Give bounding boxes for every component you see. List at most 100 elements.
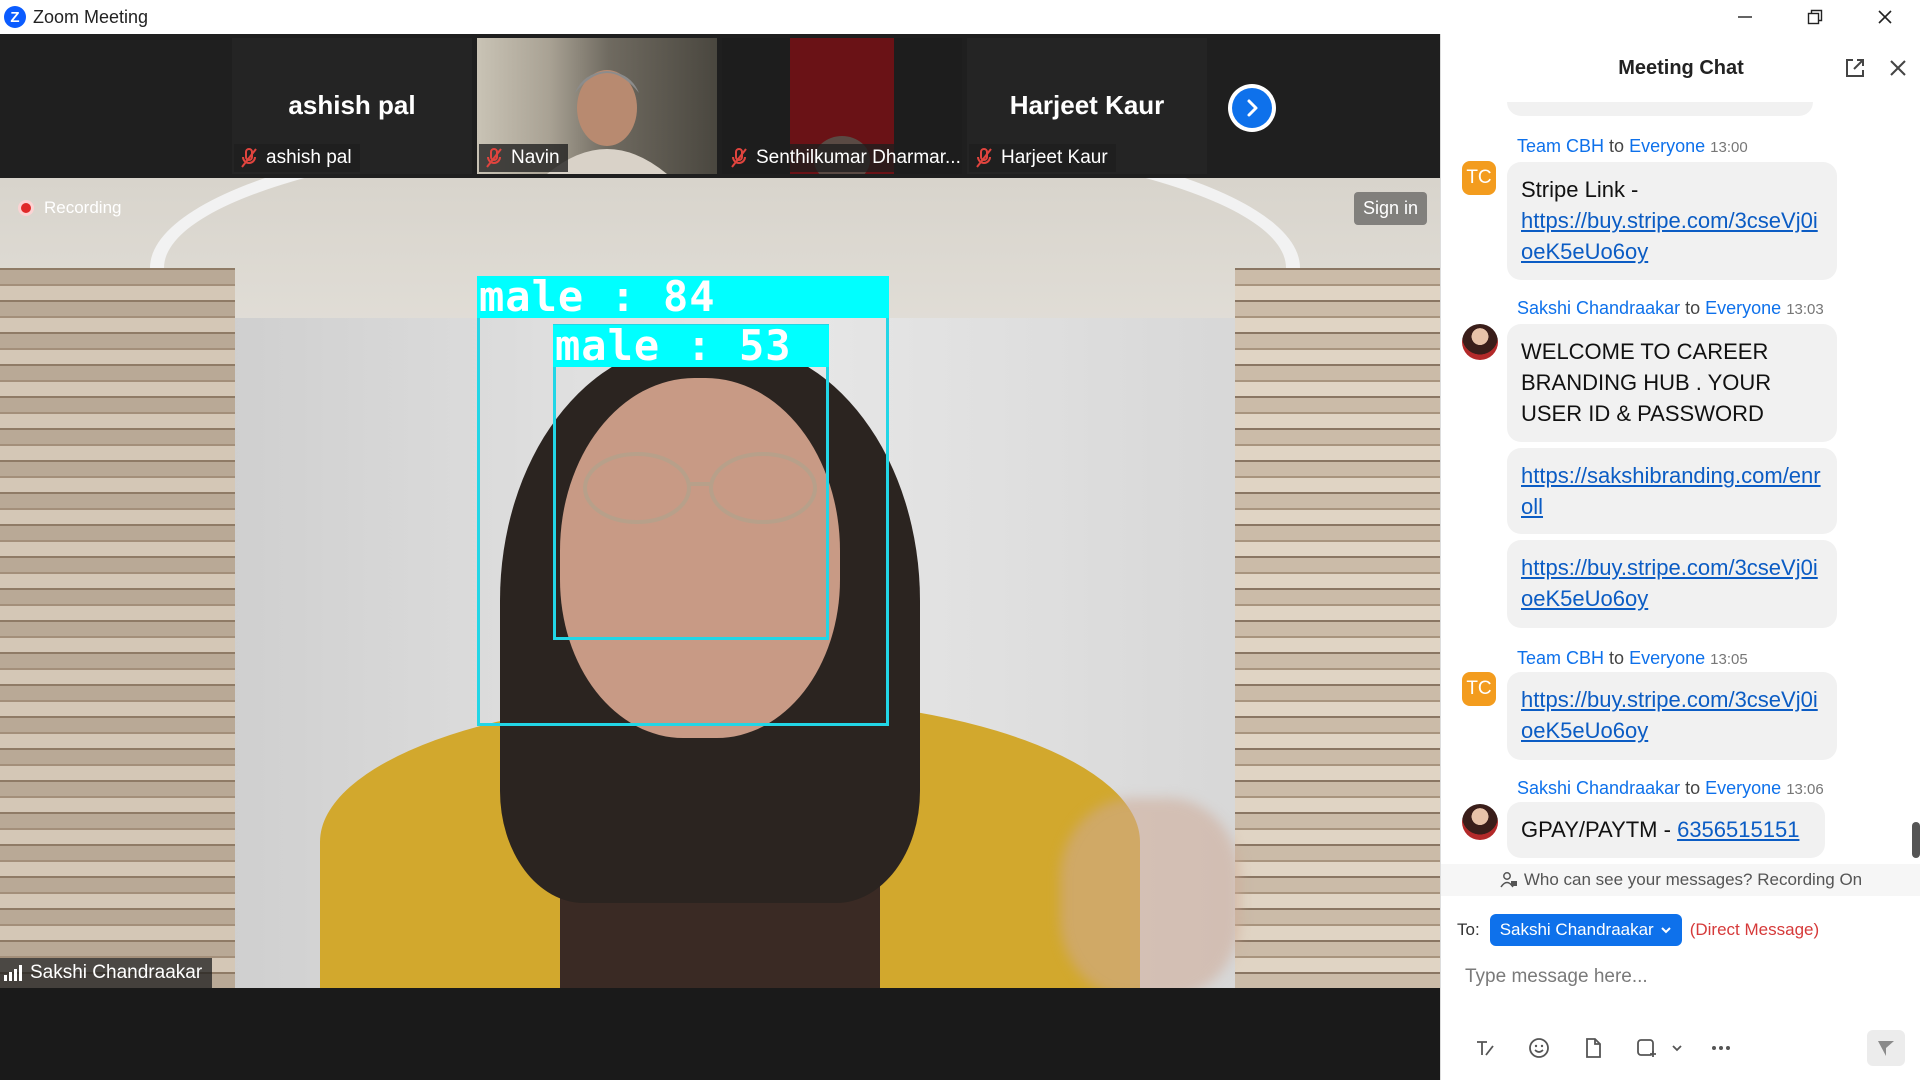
chat-bubble: GPAY/PAYTM - 6356515151	[1507, 802, 1825, 858]
mic-muted-icon	[976, 148, 992, 168]
message-input[interactable]	[1465, 960, 1895, 994]
mic-muted-icon	[486, 148, 502, 168]
screenshot-icon[interactable]	[1627, 1030, 1667, 1066]
speaker-hand	[1060, 798, 1240, 988]
message-text: Stripe Link -	[1521, 177, 1639, 202]
chat-title: Meeting Chat	[1618, 56, 1744, 79]
recipient-name: Everyone	[1629, 136, 1706, 156]
mic-muted-icon	[731, 148, 747, 168]
face-detection-box	[553, 324, 829, 640]
recording-dot-icon	[18, 200, 34, 216]
signal-strength-icon	[4, 965, 22, 981]
speaker-name-tag: Sakshi Chandraakar	[0, 958, 213, 988]
message-link[interactable]: https://buy.stripe.com/3cseVj0ioeK5eUo6o…	[1521, 208, 1818, 264]
participant-label: Harjeet Kaur	[969, 144, 1116, 172]
chat-bubble: https://buy.stripe.com/3cseVj0ioeK5eUo6o…	[1507, 672, 1837, 760]
send-button[interactable]	[1867, 1030, 1905, 1066]
participant-label: ashish pal	[234, 144, 360, 172]
chat-toolbar	[1465, 1030, 1755, 1066]
zoom-logo-icon: Z	[4, 6, 26, 28]
chat-header: Meeting Chat	[1441, 34, 1920, 102]
participant-label-text: Senthilkumar Dharmar...	[756, 147, 960, 168]
meeting-controls-area	[0, 988, 1440, 1080]
participant-label: Navin	[479, 144, 568, 172]
message-header: Sakshi Chandraakar to Everyone 13:03	[1517, 298, 1824, 319]
message-time: 13:03	[1786, 301, 1824, 318]
background-brick-wall	[1235, 268, 1440, 988]
chat-bubble: https://sakshibranding.com/enroll	[1507, 448, 1837, 534]
participant-name-large: Harjeet Kaur	[1009, 90, 1165, 120]
participant-label-text: Navin	[511, 147, 560, 168]
chat-message-list[interactable]: Team CBH to Everyone 13:00 TC Stripe Lin…	[1441, 102, 1911, 894]
chat-scrollbar[interactable]	[1912, 822, 1920, 858]
participant-tile[interactable]: Senthilkumar Dharmar...	[722, 38, 962, 174]
detection-label: male : 84	[477, 276, 889, 318]
format-text-icon[interactable]	[1465, 1030, 1505, 1066]
to-word: to	[1609, 648, 1625, 668]
message-link[interactable]: https://buy.stripe.com/3cseVj0ioeK5eUo6o…	[1521, 687, 1818, 743]
emoji-icon[interactable]	[1519, 1030, 1559, 1066]
participant-tile[interactable]: Navin	[477, 38, 717, 174]
sign-in-button[interactable]: Sign in	[1354, 192, 1428, 225]
avatar	[1462, 324, 1498, 360]
recipient-name: Everyone	[1629, 648, 1706, 668]
restore-icon[interactable]	[1780, 0, 1850, 34]
participant-tile[interactable]: ashish pal ashish pal	[232, 38, 472, 174]
file-icon[interactable]	[1573, 1030, 1613, 1066]
mic-muted-icon	[241, 148, 257, 168]
message-time: 13:00	[1710, 139, 1748, 156]
message-text: WELCOME TO CAREER BRANDING HUB . YOUR US…	[1521, 339, 1772, 426]
minimize-icon[interactable]	[1710, 0, 1780, 34]
meeting-chat-panel: Meeting Chat Team CBH to Everyone 13:00 …	[1440, 34, 1920, 1080]
message-link[interactable]: https://buy.stripe.com/3cseVj0ioeK5eUo6o…	[1521, 555, 1818, 611]
message-privacy-note[interactable]: Who can see your messages? Recording On	[1441, 864, 1920, 896]
next-page-button[interactable]	[1228, 84, 1276, 132]
message-header: Sakshi Chandraakar to Everyone 13:06	[1517, 778, 1824, 799]
recipient-selected: Sakshi Chandraakar	[1499, 920, 1654, 939]
phone-link[interactable]: 6356515151	[1677, 817, 1799, 842]
avatar: TC	[1462, 672, 1496, 706]
detection-label: male : 53	[553, 325, 829, 367]
popout-icon[interactable]	[1844, 57, 1866, 79]
close-icon[interactable]	[1850, 0, 1920, 34]
recipient-row: To: Sakshi Chandraakar (Direct Message)	[1457, 914, 1819, 946]
chevron-right-icon	[1232, 88, 1272, 128]
to-label: To:	[1457, 920, 1480, 939]
chevron-down-icon[interactable]	[1667, 1030, 1687, 1066]
speaker-name: Sakshi Chandraakar	[30, 962, 203, 983]
participant-label-text: ashish pal	[266, 147, 352, 168]
message-text: GPAY/PAYTM -	[1521, 817, 1671, 842]
sender-name[interactable]: Sakshi Chandraakar	[1517, 778, 1680, 798]
more-options-icon[interactable]	[1701, 1030, 1741, 1066]
to-word: to	[1685, 298, 1701, 318]
recording-label: Recording	[44, 198, 122, 217]
chat-bubble: https://buy.stripe.com/3cseVj0ioeK5eUo6o…	[1507, 540, 1837, 628]
chat-bubble: Stripe Link - https://buy.stripe.com/3cs…	[1507, 162, 1837, 280]
recipient-name: Everyone	[1705, 298, 1782, 318]
background-brick-wall	[0, 268, 235, 988]
participant-label-text: Harjeet Kaur	[1001, 147, 1108, 168]
user-lock-icon	[1500, 872, 1517, 888]
active-speaker-video: male : 84 male : 53 Recording Sign in Sa…	[0, 178, 1440, 988]
avatar	[1462, 804, 1498, 840]
sender-name[interactable]: Team CBH	[1517, 648, 1604, 668]
recipient-dropdown[interactable]: Sakshi Chandraakar	[1489, 914, 1682, 946]
message-link[interactable]: https://sakshibranding.com/enroll	[1521, 463, 1821, 519]
send-icon	[1878, 1041, 1894, 1056]
participant-name-large: ashish pal	[288, 90, 416, 120]
to-word: to	[1609, 136, 1625, 156]
chat-bubble: WELCOME TO CAREER BRANDING HUB . YOUR US…	[1507, 324, 1837, 442]
recipient-name: Everyone	[1705, 778, 1782, 798]
chat-bubble	[1507, 102, 1813, 116]
message-time: 13:05	[1710, 651, 1748, 668]
close-chat-icon[interactable]	[1887, 57, 1909, 79]
window-controls	[1710, 0, 1920, 34]
avatar: TC	[1462, 161, 1496, 195]
sender-name[interactable]: Team CBH	[1517, 136, 1604, 156]
participant-label: Senthilkumar Dharmar...	[724, 144, 960, 172]
participant-tile[interactable]: Harjeet Kaur Harjeet Kaur	[967, 38, 1207, 174]
to-word: to	[1685, 778, 1701, 798]
recording-indicator[interactable]: Recording	[18, 198, 122, 218]
sender-name[interactable]: Sakshi Chandraakar	[1517, 298, 1680, 318]
chevron-down-icon	[1661, 927, 1671, 934]
